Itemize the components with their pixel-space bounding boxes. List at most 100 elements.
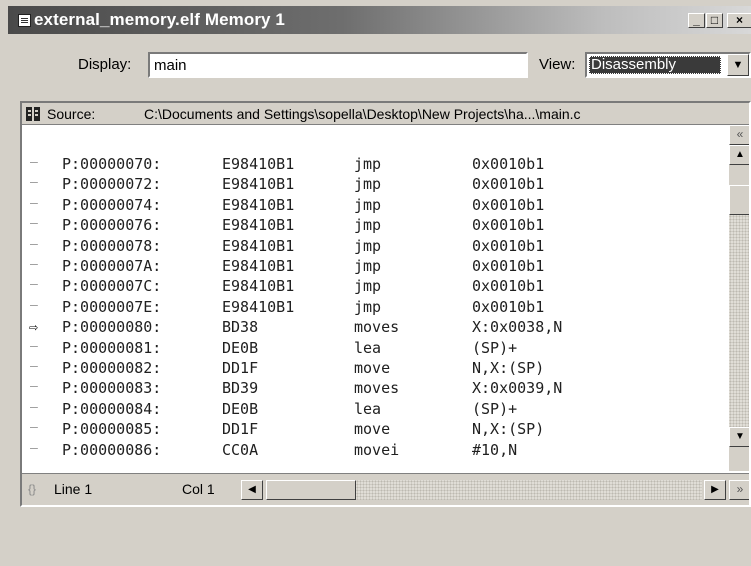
- view-dropdown[interactable]: Disassembly ▼: [585, 52, 751, 78]
- line-address: P:00000078:: [62, 236, 162, 255]
- title-bar[interactable]: external_memory.elf Memory 1 _ □ ×: [8, 6, 751, 34]
- window-icon[interactable]: [18, 14, 31, 27]
- line-marker: –: [30, 379, 38, 395]
- scroll-bottom-icon[interactable]: »: [729, 480, 749, 500]
- line-mnemonic: jmp: [354, 216, 382, 235]
- view-selected-value[interactable]: Disassembly: [589, 56, 721, 74]
- code-line[interactable]: – P:00000083: BD39 moves X:0x0039,N: [22, 379, 722, 399]
- code-line[interactable]: – P:00000085: DD1F move N,X:(SP): [22, 420, 722, 440]
- line-mnemonic: jmp: [354, 277, 382, 296]
- line-operands: 0x0010b1: [472, 277, 545, 296]
- dropdown-arrow-icon[interactable]: ▼: [727, 54, 749, 76]
- line-opcode-hex: E98410B1: [222, 236, 295, 255]
- code-line[interactable]: – P:0000007A: E98410B1 jmp 0x0010b1: [22, 257, 722, 277]
- current-line-arrow-icon: ⇨: [29, 318, 39, 337]
- line-address: P:00000070:: [62, 155, 162, 173]
- code-line[interactable]: – P:00000076: E98410B1 jmp 0x0010b1: [22, 216, 722, 236]
- line-operands: (SP)+: [472, 399, 518, 418]
- line-mnemonic: moves: [354, 318, 400, 337]
- line-address: P:00000072:: [62, 175, 162, 194]
- window-title: external_memory.elf Memory 1: [34, 10, 285, 29]
- line-address: P:00000080:: [62, 318, 162, 337]
- minimize-button[interactable]: _: [688, 13, 705, 28]
- line-mnemonic: move: [354, 420, 391, 439]
- line-opcode-hex: DE0B: [222, 399, 259, 418]
- code-line[interactable]: ⇨ P:00000080: BD38 moves X:0x0038,N: [22, 318, 722, 338]
- code-line[interactable]: – P:00000074: E98410B1 jmp 0x0010b1: [22, 196, 722, 216]
- line-address: P:00000081:: [62, 338, 162, 357]
- line-opcode-hex: DE0B: [222, 338, 259, 357]
- display-input[interactable]: main: [148, 52, 528, 78]
- horizontal-scroll-track[interactable]: [356, 480, 702, 500]
- line-opcode-hex: BD38: [222, 318, 259, 337]
- line-opcode-hex: DD1F: [222, 420, 259, 439]
- line-operands: N,X:(SP): [472, 359, 545, 377]
- line-mnemonic: jmp: [354, 236, 382, 255]
- line-address: P:0000007E:: [62, 297, 162, 316]
- column-indicator: Col 1: [182, 481, 215, 497]
- vertical-scroll-thumb[interactable]: [729, 185, 749, 215]
- scroll-up-icon[interactable]: ▲: [729, 145, 749, 165]
- code-line[interactable]: – P:0000007E: E98410B1 jmp 0x0010b1: [22, 298, 722, 318]
- scroll-top-icon[interactable]: «: [729, 125, 749, 145]
- line-address: P:00000076:: [62, 216, 162, 235]
- scroll-left-icon[interactable]: ◀: [241, 480, 263, 500]
- disassembly-pane: Source: C:\Documents and Settings\sopell…: [20, 101, 751, 507]
- horizontal-scroll-thumb[interactable]: [266, 480, 356, 500]
- line-indicator: Line 1: [54, 481, 93, 497]
- line-operands: 0x0010b1: [472, 175, 545, 194]
- code-line[interactable]: – P:00000084: DE0B lea (SP)+: [22, 400, 722, 420]
- line-marker: –: [30, 155, 38, 170]
- line-marker: –: [30, 420, 38, 436]
- line-opcode-hex: BD39: [222, 379, 259, 398]
- line-opcode-hex: CC0A: [222, 440, 259, 459]
- line-mnemonic: jmp: [354, 155, 382, 173]
- memory-window: external_memory.elf Memory 1 _ □ × Displ…: [0, 0, 751, 566]
- code-line[interactable]: – P:00000070: E98410B1 jmp 0x0010b1: [22, 155, 722, 175]
- braces-icon[interactable]: {}: [28, 482, 36, 496]
- line-address: P:0000007C:: [62, 277, 162, 296]
- display-label: Display:: [78, 56, 132, 73]
- scroll-right-icon[interactable]: ▶: [704, 480, 726, 500]
- line-address: P:00000082:: [62, 359, 162, 377]
- line-marker: –: [30, 257, 38, 272]
- line-operands: 0x0010b1: [472, 236, 545, 255]
- line-operands: X:0x0039,N: [472, 379, 563, 398]
- line-marker: –: [30, 216, 38, 232]
- line-marker: –: [30, 359, 38, 374]
- line-operands: X:0x0038,N: [472, 318, 563, 337]
- line-mnemonic: jmp: [354, 297, 382, 316]
- code-line[interactable]: – P:00000072: E98410B1 jmp 0x0010b1: [22, 175, 722, 195]
- line-address: P:00000085:: [62, 420, 162, 439]
- maximize-button[interactable]: □: [706, 13, 723, 28]
- code-line[interactable]: – P:00000082: DD1F move N,X:(SP): [22, 359, 722, 379]
- line-mnemonic: moves: [354, 379, 400, 398]
- line-marker: –: [30, 399, 38, 415]
- scroll-down-icon[interactable]: ▼: [729, 427, 749, 447]
- vertical-scrollbar[interactable]: « ▲ ▼: [729, 125, 749, 471]
- code-line[interactable]: – P:00000081: DE0B lea (SP)+: [22, 339, 722, 359]
- code-line[interactable]: – P:00000086: CC0A movei #10,N: [22, 441, 722, 461]
- line-operands: 0x0010b1: [472, 257, 545, 275]
- code-line[interactable]: – P:0000007C: E98410B1 jmp 0x0010b1: [22, 277, 722, 297]
- source-file-icon[interactable]: [26, 107, 40, 121]
- source-path: C:\Documents and Settings\sopella\Deskto…: [144, 106, 581, 122]
- vertical-scroll-track[interactable]: [729, 185, 749, 427]
- line-operands: 0x0010b1: [472, 195, 545, 214]
- line-mnemonic: movei: [354, 440, 400, 459]
- line-opcode-hex: DD1F: [222, 359, 259, 377]
- line-operands: N,X:(SP): [472, 420, 545, 439]
- line-opcode-hex: E98410B1: [222, 216, 295, 235]
- line-address: P:00000086:: [62, 440, 162, 459]
- code-line[interactable]: – P:00000078: E98410B1 jmp 0x0010b1: [22, 237, 722, 257]
- line-operands: 0x0010b1: [472, 216, 545, 235]
- line-mnemonic: lea: [354, 399, 382, 418]
- line-opcode-hex: E98410B1: [222, 175, 295, 194]
- line-opcode-hex: E98410B1: [222, 195, 295, 214]
- line-marker: –: [30, 440, 38, 456]
- code-listing[interactable]: – P:00000070: E98410B1 jmp 0x0010b1 – P:000000…: [22, 125, 728, 472]
- status-row: {} Line 1 Col 1 ◀ ▶ »: [22, 473, 749, 505]
- close-button[interactable]: ×: [727, 13, 751, 28]
- line-opcode-hex: E98410B1: [222, 277, 295, 296]
- line-address: P:0000007A:: [62, 257, 162, 275]
